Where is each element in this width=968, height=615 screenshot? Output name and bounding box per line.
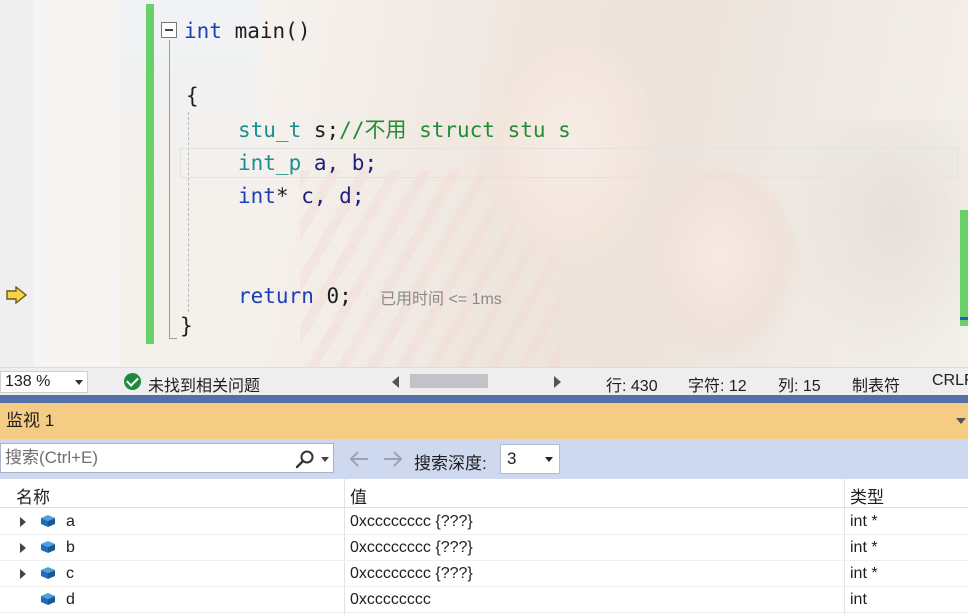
chevron-down-icon — [75, 380, 83, 385]
code-line-close-brace[interactable]: } — [180, 311, 193, 341]
row-type: int * — [850, 565, 878, 582]
editor-status-bar: 138 % 未找到相关问题 行: 430 字符: 12 列: 15 制表符 CR… — [0, 367, 968, 395]
char-indicator[interactable]: 字符: 12 — [688, 372, 747, 396]
scrollbar-change-marker — [960, 210, 968, 326]
search-depth-value: 3 — [507, 449, 517, 468]
watch-search-box[interactable] — [0, 443, 334, 473]
variable: s; — [313, 118, 340, 142]
variable-cube-icon — [41, 593, 55, 605]
scrollbar-position-marker — [960, 317, 968, 320]
table-row[interactable]: d 0xcccccccc int — [0, 587, 968, 613]
forward-arrow-icon[interactable] — [380, 447, 406, 471]
issues-status[interactable]: 未找到相关问题 — [148, 372, 260, 396]
chevron-down-icon — [545, 457, 553, 462]
expand-triangle-icon[interactable] — [20, 543, 26, 553]
variable-cube-icon — [41, 515, 55, 527]
column-header-value[interactable]: 值 — [350, 483, 367, 508]
watch-table: 名称 值 类型 a 0xcccccccc {???} int * b 0xccc… — [0, 479, 968, 615]
variables: a, b; — [313, 151, 378, 175]
code-line-main[interactable]: int main() — [184, 16, 310, 46]
column-header-name[interactable]: 名称 — [16, 483, 50, 508]
search-input[interactable] — [5, 447, 285, 469]
current-statement-arrow-icon — [6, 286, 28, 304]
row-value[interactable]: 0xcccccccc — [350, 591, 431, 609]
scroll-left-icon[interactable] — [392, 376, 399, 388]
search-depth-dropdown[interactable]: 3 — [500, 444, 560, 474]
row-type: int * — [850, 513, 878, 530]
code-line-open-brace[interactable]: { — [186, 81, 199, 111]
expand-triangle-icon[interactable] — [20, 517, 26, 527]
table-header: 名称 值 类型 — [0, 479, 968, 508]
keyword: int — [238, 184, 276, 208]
column-indicator[interactable]: 列: 15 — [778, 372, 821, 396]
row-name: d — [66, 591, 75, 608]
row-value[interactable]: 0xcccccccc {???} — [350, 539, 473, 557]
keyword: return — [238, 284, 314, 308]
code-line-intp[interactable]: int_p a, b; — [238, 148, 377, 178]
fold-collapse-icon[interactable] — [161, 22, 177, 38]
panel-splitter[interactable] — [0, 395, 968, 403]
pointer-star: * — [275, 184, 289, 208]
check-circle-icon — [124, 373, 141, 390]
close-brace: } — [180, 314, 193, 338]
indent-guide — [188, 112, 189, 312]
row-name: c — [66, 565, 74, 582]
code-line-stu[interactable]: stu_t s;//不用 struct stu s — [238, 115, 571, 145]
type-name: int_p — [238, 151, 302, 175]
row-type: int — [850, 591, 867, 608]
background-face-2 — [640, 170, 800, 360]
expand-triangle-icon[interactable] — [20, 569, 26, 579]
elapsed-time-hint: 已用时间 <= 1ms — [380, 291, 502, 308]
watch-title-text: 监视 1 — [6, 411, 55, 430]
change-tracking-bar — [146, 4, 154, 344]
row-type: int * — [850, 539, 878, 556]
variable-cube-icon — [41, 567, 55, 579]
tabs-indicator[interactable]: 制表符 — [852, 372, 900, 396]
horizontal-scroll-thumb[interactable] — [410, 374, 488, 388]
parens: () — [285, 19, 311, 43]
line-indicator[interactable]: 行: 430 — [606, 372, 658, 396]
row-value[interactable]: 0xcccccccc {???} — [350, 565, 473, 583]
breakpoint-margin[interactable] — [0, 0, 34, 367]
search-icon[interactable] — [295, 449, 315, 469]
keyword: int — [184, 19, 222, 43]
chevron-down-icon[interactable] — [956, 418, 966, 424]
open-brace: { — [186, 84, 199, 108]
eol-indicator[interactable]: CRLF — [932, 372, 968, 390]
code-editor[interactable]: int main() { stu_t s;//不用 struct stu s i… — [0, 0, 968, 367]
return-value: 0; — [326, 284, 352, 308]
type-name: stu_t — [238, 118, 302, 142]
zoom-dropdown[interactable]: 138 % — [0, 371, 88, 393]
function-name: main — [234, 19, 286, 43]
table-row[interactable]: b 0xcccccccc {???} int * — [0, 535, 968, 561]
watch-toolbar: 搜索深度: 3 — [0, 439, 968, 479]
variable-cube-icon — [41, 541, 55, 553]
back-arrow-icon[interactable] — [346, 447, 372, 471]
variables: c, d; — [301, 184, 365, 208]
code-line-return[interactable]: return 0; — [238, 281, 352, 311]
table-row[interactable]: a 0xcccccccc {???} int * — [0, 509, 968, 535]
fold-guide — [169, 40, 170, 338]
row-name: b — [66, 539, 75, 556]
row-value[interactable]: 0xcccccccc {???} — [350, 513, 473, 531]
fold-guide-end — [169, 338, 177, 339]
watch-window-title[interactable]: 监视 1 — [0, 403, 968, 439]
scroll-right-icon[interactable] — [554, 376, 561, 388]
comment: //不用 struct stu s — [339, 118, 571, 142]
search-depth-label: 搜索深度: — [414, 454, 487, 473]
column-header-type[interactable]: 类型 — [850, 483, 884, 508]
code-line-intstar[interactable]: int* c, d; — [238, 181, 364, 211]
table-row[interactable]: c 0xcccccccc {???} int * — [0, 561, 968, 587]
zoom-level: 138 % — [5, 373, 51, 390]
row-name: a — [66, 513, 75, 530]
search-options-chevron-icon[interactable] — [321, 457, 329, 462]
